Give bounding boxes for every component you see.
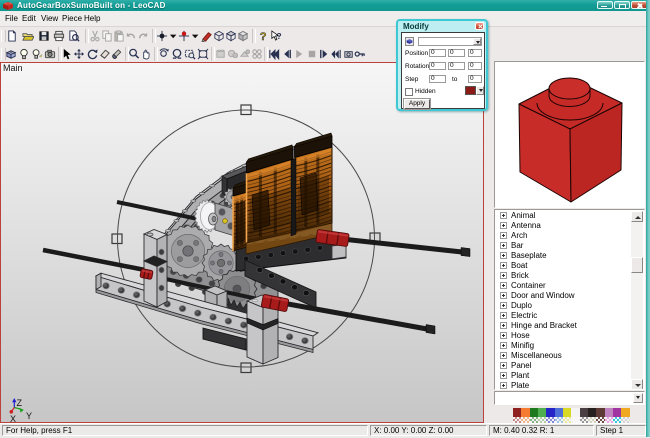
svg-text:X: X xyxy=(10,414,16,422)
svg-text:Y: Y xyxy=(26,411,32,421)
svg-text:Z: Z xyxy=(17,398,23,408)
svg-text:?: ? xyxy=(276,31,281,41)
svg-text:?: ? xyxy=(260,31,267,42)
